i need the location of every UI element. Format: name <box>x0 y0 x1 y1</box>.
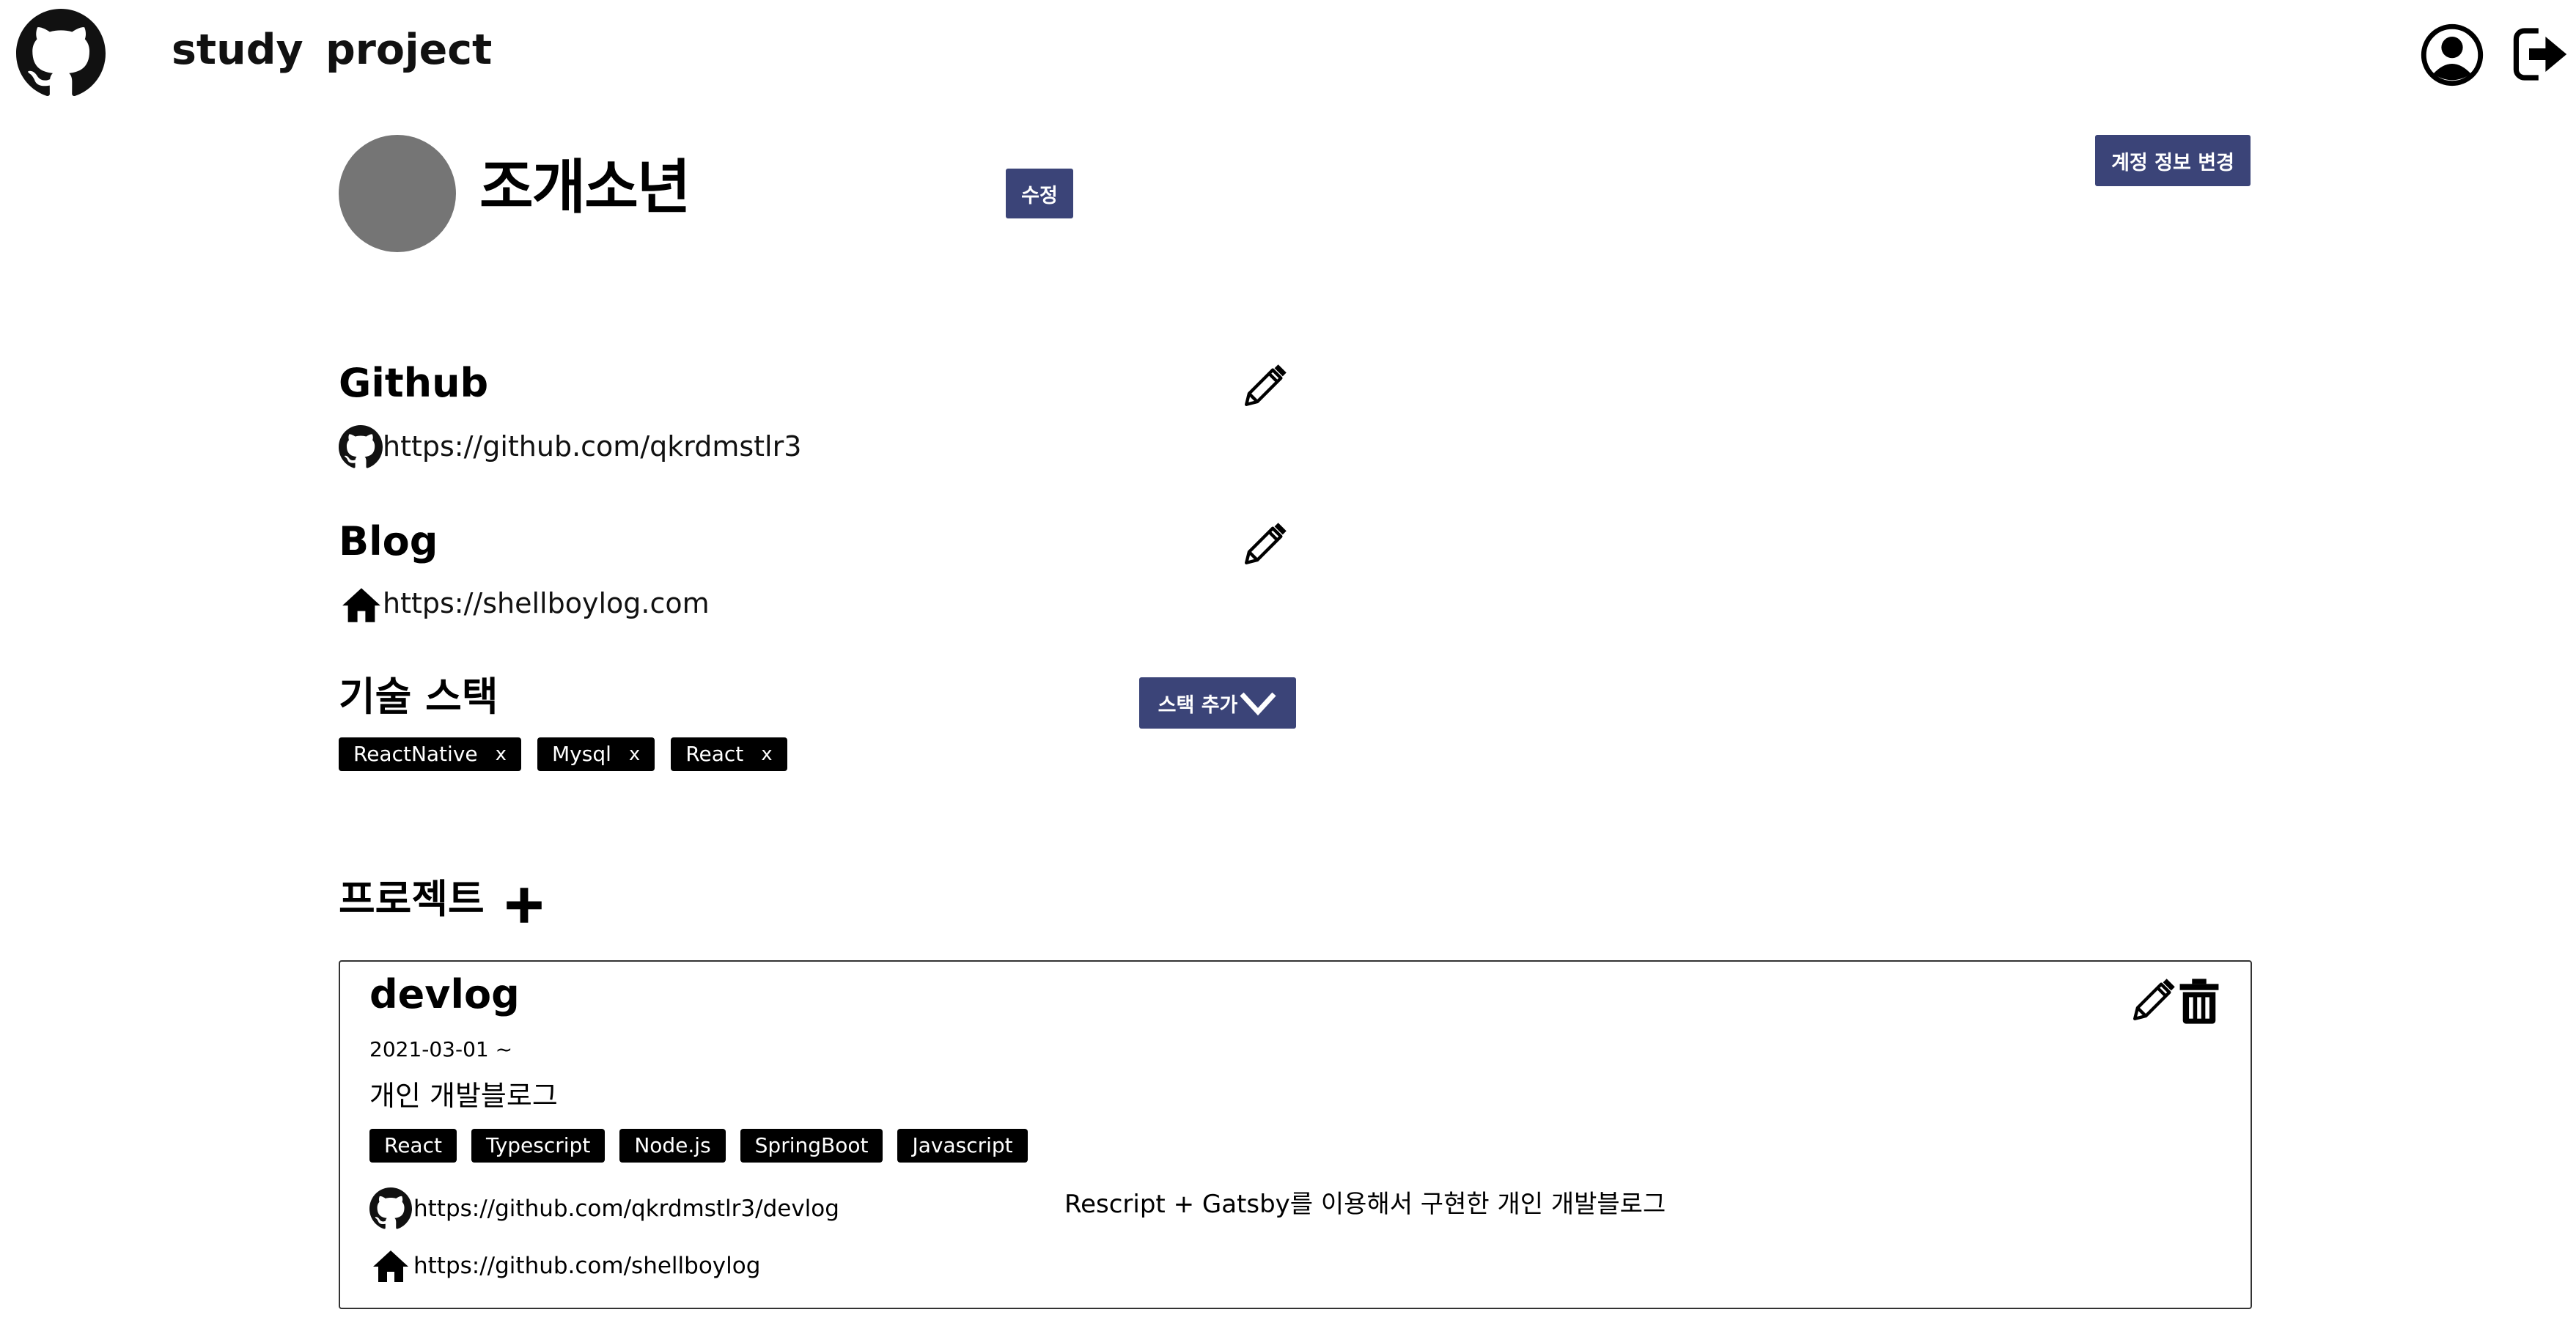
project-date: 2021-03-01 ~ <box>369 1037 513 1061</box>
project-tag: React <box>369 1129 457 1163</box>
avatar <box>339 135 456 252</box>
stack-tag-remove-button[interactable]: x <box>629 745 640 764</box>
stack-section-title: 기술 스택 <box>339 674 498 720</box>
stack-tag-label: Mysql <box>552 742 611 766</box>
project-edit-pencil-icon[interactable] <box>2130 978 2176 1023</box>
logout-icon[interactable] <box>2510 25 2572 84</box>
home-icon <box>342 586 381 623</box>
project-card: devlog 2021-03-01 ~ 개인 개발블로그 React Types… <box>339 960 2252 1309</box>
trash-icon[interactable] <box>2179 978 2220 1025</box>
nav-study-link[interactable]: study <box>172 29 303 71</box>
stack-tag-remove-button[interactable]: x <box>496 745 507 764</box>
stack-tag: Mysql x <box>537 737 655 771</box>
account-settings-button[interactable]: 계정 정보 변경 <box>2095 135 2251 186</box>
profile-name: 조개소년 <box>479 153 691 221</box>
github-icon <box>339 425 383 469</box>
stack-add-button[interactable]: 스택 추가 <box>1139 677 1296 729</box>
stack-tag-label: React <box>685 742 744 766</box>
stack-tag-list: ReactNative x Mysql x React x <box>339 737 787 771</box>
stack-tag-remove-button[interactable]: x <box>761 745 772 764</box>
project-tag: Node.js <box>619 1129 726 1163</box>
project-tag-list: React Typescript Node.js SpringBoot Java… <box>369 1129 1028 1163</box>
github-icon <box>369 1187 412 1230</box>
project-tag: Javascript <box>897 1129 1028 1163</box>
blog-edit-pencil-icon[interactable] <box>1242 522 1287 567</box>
project-tag: Typescript <box>471 1129 606 1163</box>
user-circle-icon[interactable] <box>2421 23 2484 86</box>
nav-project-link[interactable]: project <box>325 29 492 71</box>
blog-url[interactable]: https://shellboylog.com <box>383 589 710 617</box>
projects-section-title: 프로젝트 <box>339 876 485 922</box>
github-logo-icon[interactable] <box>16 9 106 98</box>
home-icon <box>372 1249 409 1283</box>
stack-tag: ReactNative x <box>339 737 522 771</box>
stack-tag-label: ReactNative <box>353 742 478 766</box>
profile-edit-button[interactable]: 수정 <box>1006 169 1073 218</box>
plus-icon[interactable] <box>504 885 544 925</box>
github-section-title: Github <box>339 360 489 406</box>
github-url[interactable]: https://github.com/qkrdmstlr3 <box>383 432 801 460</box>
project-title: devlog <box>369 971 520 1017</box>
stack-tag: React x <box>671 737 787 771</box>
project-summary: 개인 개발블로그 <box>369 1080 558 1112</box>
project-tag: SpringBoot <box>740 1129 883 1163</box>
project-github-link[interactable]: https://github.com/qkrdmstlr3/devlog <box>413 1198 839 1220</box>
project-description: Rescript + Gatsby를 이용해서 구현한 개인 개발블로그 <box>1064 1190 1666 1219</box>
stack-add-label: 스택 추가 <box>1158 693 1238 717</box>
blog-section-title: Blog <box>339 518 438 564</box>
project-home-link[interactable]: https://github.com/shellboylog <box>413 1255 760 1278</box>
github-edit-pencil-icon[interactable] <box>1242 364 1287 409</box>
chevron-down-icon <box>1239 690 1277 716</box>
